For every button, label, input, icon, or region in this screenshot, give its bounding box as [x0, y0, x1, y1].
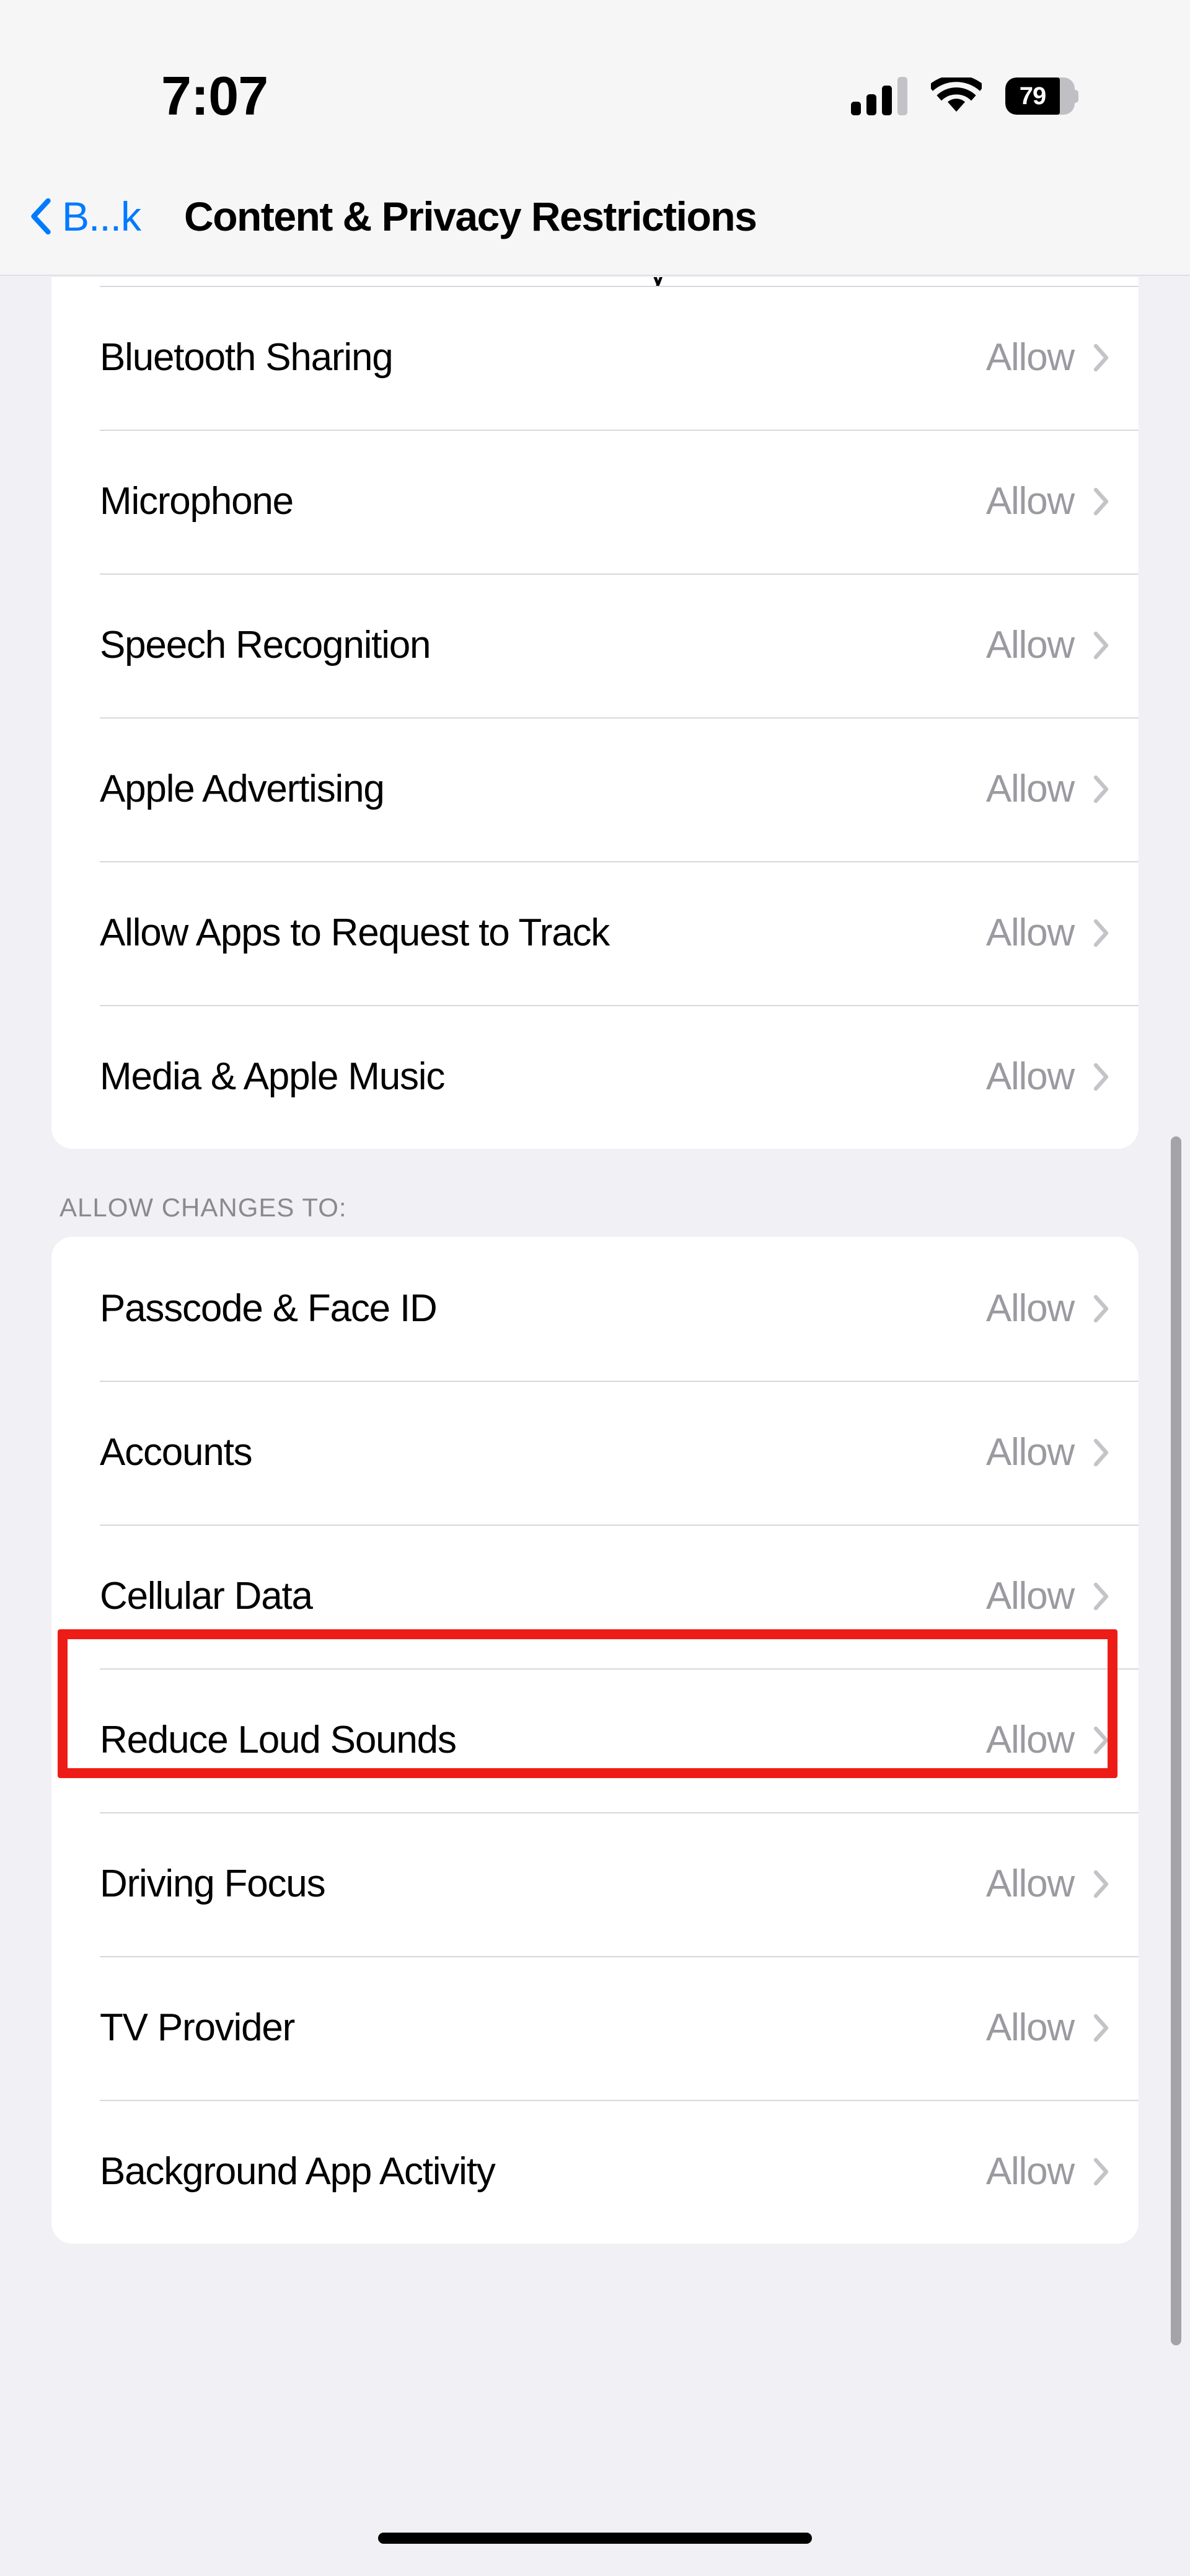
chevron-right-icon — [1093, 919, 1109, 947]
settings-group-allow-changes: Passcode & Face ID Allow Accounts Allow … — [51, 1237, 1139, 2244]
row-label: Background App Activity — [100, 2150, 496, 2193]
row-value: Allow — [985, 1719, 1075, 1761]
row-label: Allow Apps to Request to Track — [100, 911, 610, 954]
row-label: TV Provider — [100, 2006, 295, 2049]
table-row[interactable]: Driving Focus Allow — [51, 1812, 1139, 1956]
table-row[interactable]: Microphone Allow — [51, 430, 1139, 573]
row-value: Allow — [985, 1287, 1075, 1330]
table-row[interactable]: TV Provider Allow — [51, 1956, 1139, 2100]
table-row[interactable]: Allow Apps to Request to Track Allow — [51, 861, 1139, 1005]
row-value: Allow — [985, 1055, 1075, 1098]
row-label: Passcode & Face ID — [100, 1287, 438, 1330]
row-value: Allow — [985, 911, 1075, 954]
page-title: Content & Privacy Restrictions — [184, 193, 757, 239]
chevron-right-icon — [1093, 631, 1109, 660]
table-row[interactable]: Passcode & Face ID Allow — [51, 1237, 1139, 1381]
row-label: Media & Apple Music — [100, 1055, 445, 1098]
navigation-bar: B...k Content & Privacy Restrictions — [0, 158, 1190, 276]
row-label: Apple Advertising — [100, 768, 385, 810]
table-row-partial[interactable]: y — [51, 277, 1139, 286]
row-value: Allow — [985, 480, 1075, 523]
chevron-right-icon — [1093, 1582, 1109, 1611]
settings-group-privacy: y Bluetooth Sharing Allow Microphone All… — [51, 277, 1139, 1149]
home-indicator — [378, 2533, 812, 2544]
chevron-right-icon — [1093, 1295, 1109, 1323]
row-value: Allow — [985, 624, 1075, 666]
row-value: Allow — [985, 768, 1075, 810]
table-row[interactable]: Apple Advertising Allow — [51, 717, 1139, 861]
table-row[interactable]: Media & Apple Music Allow — [51, 1005, 1139, 1149]
battery-icon: 79 — [1005, 77, 1078, 115]
chevron-right-icon — [1093, 343, 1109, 372]
row-value: Allow — [985, 2150, 1075, 2193]
table-row[interactable]: Accounts Allow — [51, 1381, 1139, 1525]
row-label: Reduce Loud Sounds — [100, 1719, 457, 1761]
row-label: Accounts — [100, 1431, 253, 1474]
vertical-scrollbar[interactable] — [1171, 1136, 1181, 2345]
table-row[interactable]: Bluetooth Sharing Allow — [51, 286, 1139, 430]
chevron-right-icon — [1093, 1726, 1109, 1755]
status-bar-time: 7:07 — [161, 65, 268, 126]
row-value: Allow — [985, 1862, 1075, 1905]
chevron-right-icon — [1093, 487, 1109, 516]
chevron-right-icon — [1093, 775, 1109, 803]
row-value: Allow — [985, 1431, 1075, 1474]
partial-row-glyph: y — [648, 277, 668, 286]
table-row[interactable]: Speech Recognition Allow — [51, 573, 1139, 717]
back-button[interactable]: B...k — [29, 196, 153, 237]
table-row-cellular-data[interactable]: Cellular Data Allow — [51, 1525, 1139, 1668]
table-row[interactable]: Reduce Loud Sounds Allow — [51, 1668, 1139, 1812]
row-label: Microphone — [100, 480, 294, 523]
row-value: Allow — [985, 1575, 1075, 1618]
chevron-right-icon — [1093, 1870, 1109, 1898]
row-value: Allow — [985, 336, 1075, 379]
chevron-left-icon — [31, 198, 51, 235]
row-label: Cellular Data — [100, 1575, 313, 1618]
battery-percent-label: 79 — [1019, 82, 1047, 110]
status-bar-indicators: 79 — [851, 77, 1078, 115]
wifi-icon — [931, 77, 982, 112]
chevron-right-icon — [1093, 1438, 1109, 1467]
row-label: Speech Recognition — [100, 624, 431, 666]
cellular-signal-icon — [851, 77, 907, 115]
chevron-right-icon — [1093, 1063, 1109, 1091]
chevron-right-icon — [1093, 2014, 1109, 2042]
back-button-label: B...k — [62, 193, 141, 239]
row-label: Bluetooth Sharing — [100, 336, 394, 379]
table-row[interactable]: Background App Activity Allow — [51, 2100, 1139, 2244]
settings-scroll-view[interactable]: y Bluetooth Sharing Allow Microphone All… — [0, 277, 1190, 2576]
row-value: Allow — [985, 2006, 1075, 2049]
row-label: Driving Focus — [100, 1862, 326, 1905]
section-header-allow-changes-to: ALLOW CHANGES TO: — [60, 1193, 347, 1222]
chevron-right-icon — [1093, 2158, 1109, 2186]
battery-tip — [1074, 90, 1078, 103]
status-bar: 7:07 79 — [0, 0, 1190, 158]
